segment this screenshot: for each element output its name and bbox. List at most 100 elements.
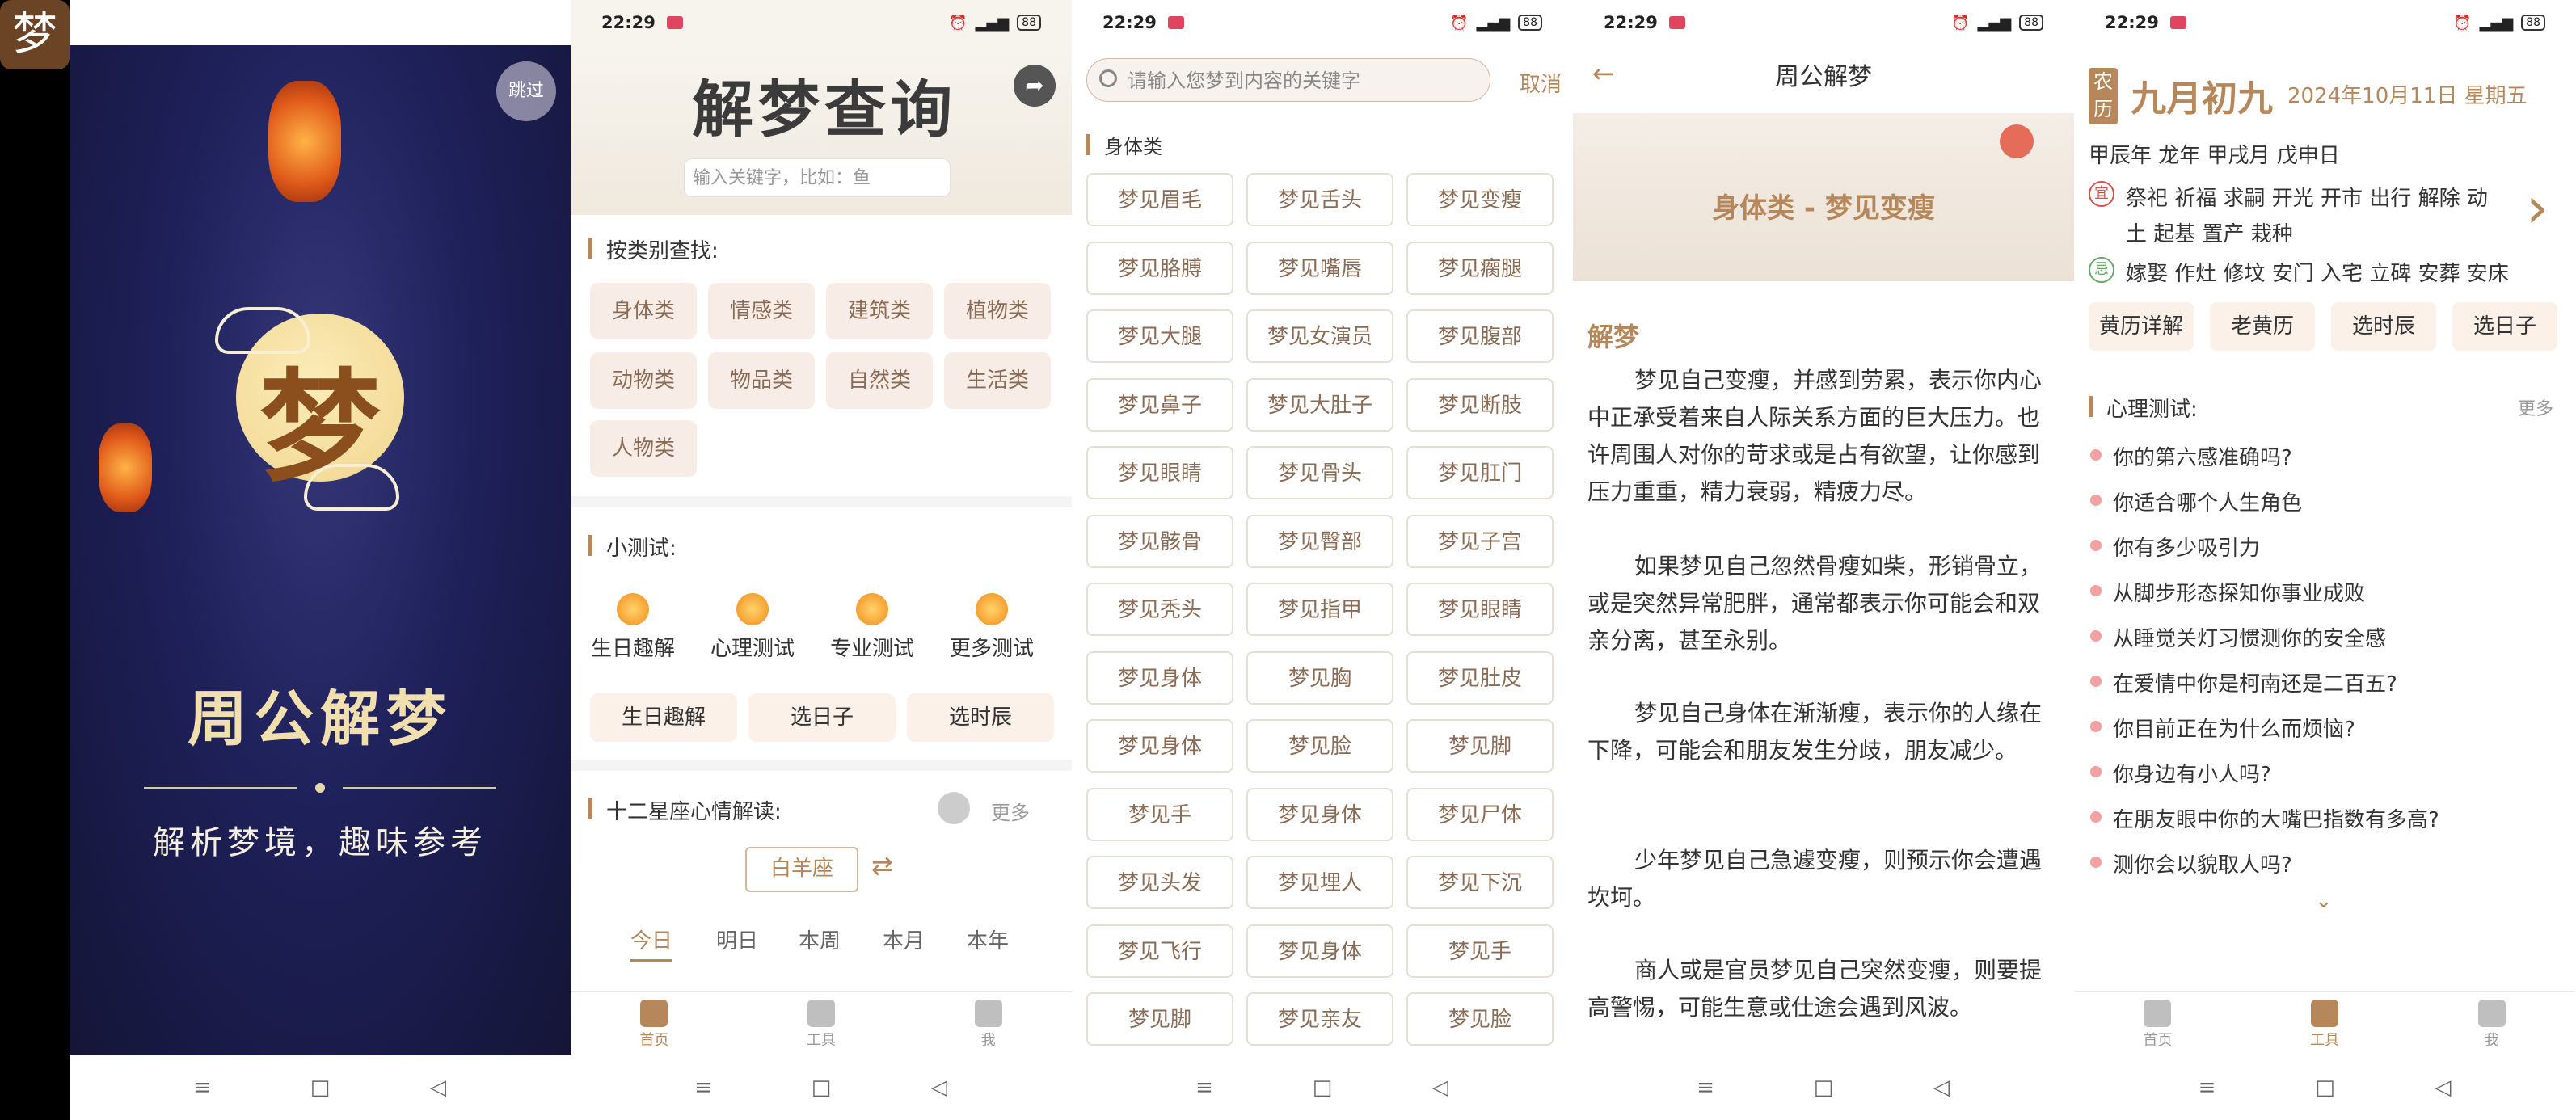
dream-item[interactable]: 梦见埋人 bbox=[1246, 856, 1393, 909]
dream-item[interactable]: 梦见舌头 bbox=[1246, 173, 1393, 226]
nav-home[interactable]: 首页 bbox=[2074, 992, 2241, 1056]
swap-icon[interactable]: ⇄ bbox=[871, 850, 893, 881]
tab-month[interactable]: 本月 bbox=[883, 924, 925, 954]
category-chip[interactable]: 情感类 bbox=[708, 283, 815, 339]
psych-list-item[interactable]: 你有多少吸引力 bbox=[2113, 532, 2260, 562]
menu-icon[interactable]: ≡ bbox=[2197, 1077, 2218, 1098]
dream-item[interactable]: 梦见亲友 bbox=[1246, 992, 1393, 1046]
psych-list-item[interactable]: 在朋友眼中你的大嘴巴指数有多高? bbox=[2113, 803, 2439, 833]
zodiac-select[interactable]: 白羊座 bbox=[745, 847, 858, 892]
nav-tools[interactable]: 工具 bbox=[738, 992, 905, 1056]
menu-icon[interactable]: ≡ bbox=[1695, 1077, 1716, 1098]
nav-me[interactable]: 我 bbox=[904, 992, 1072, 1056]
dream-item[interactable]: 梦见飞行 bbox=[1086, 924, 1233, 978]
share-button[interactable]: ➦ bbox=[1014, 65, 1056, 107]
dream-item[interactable]: 梦见大腿 bbox=[1086, 309, 1233, 363]
home-icon[interactable]: □ bbox=[811, 1077, 832, 1098]
test-item[interactable]: 更多测试 bbox=[933, 593, 1051, 662]
dream-item[interactable]: 梦见肚皮 bbox=[1406, 651, 1554, 705]
tab-today[interactable]: 今日 bbox=[630, 924, 673, 962]
category-chip[interactable]: 物品类 bbox=[708, 352, 815, 409]
skip-button[interactable]: 跳过 bbox=[496, 61, 556, 121]
psych-list-item[interactable]: 从脚步形态探知你事业成败 bbox=[2113, 577, 2365, 607]
category-chip[interactable]: 建筑类 bbox=[826, 283, 933, 339]
back-arrow-icon[interactable]: ← bbox=[1592, 58, 1614, 89]
dream-item[interactable]: 梦见胳膊 bbox=[1086, 241, 1233, 295]
category-chip[interactable]: 自然类 bbox=[826, 352, 933, 409]
choose-hour-button[interactable]: 选时辰 bbox=[2331, 302, 2436, 351]
old-almanac-button[interactable]: 老黄历 bbox=[2210, 302, 2315, 351]
dream-item[interactable]: 梦见脸 bbox=[1406, 992, 1554, 1046]
back-icon[interactable]: ◁ bbox=[929, 1077, 950, 1098]
dream-item[interactable]: 梦见骸骨 bbox=[1086, 514, 1233, 568]
dream-item[interactable]: 梦见腹部 bbox=[1406, 309, 1554, 363]
home-icon[interactable]: □ bbox=[1813, 1077, 1834, 1098]
chevron-right-icon[interactable]: › bbox=[2526, 175, 2549, 241]
test-item[interactable]: 心理测试 bbox=[694, 593, 812, 662]
choose-day-button[interactable]: 选日子 bbox=[2452, 302, 2557, 351]
dream-item[interactable]: 梦见身体 bbox=[1246, 787, 1393, 841]
nav-tools[interactable]: 工具 bbox=[2241, 992, 2409, 1056]
solar-date[interactable]: 2024年10月11日 星期五 bbox=[2287, 79, 2528, 109]
nav-home[interactable]: 首页 bbox=[571, 992, 738, 1056]
choose-day-button[interactable]: 选日子 bbox=[748, 693, 896, 742]
dream-item[interactable]: 梦见尸体 bbox=[1406, 787, 1554, 841]
search-input[interactable]: 输入关键字，比如：鱼 bbox=[684, 158, 951, 197]
dream-item[interactable]: 梦见指甲 bbox=[1246, 583, 1393, 636]
menu-icon[interactable]: ≡ bbox=[1194, 1077, 1215, 1098]
psych-list-item[interactable]: 你身边有小人吗? bbox=[2113, 758, 2271, 788]
dream-item[interactable]: 梦见大肚子 bbox=[1246, 377, 1393, 432]
test-item[interactable]: 专业测试 bbox=[813, 593, 931, 662]
test-item[interactable]: 生日趣解 bbox=[574, 593, 692, 662]
dream-item[interactable]: 梦见下沉 bbox=[1406, 856, 1554, 909]
home-icon[interactable]: □ bbox=[2315, 1077, 2336, 1098]
tab-tomorrow[interactable]: 明日 bbox=[716, 924, 758, 954]
zodiac-more-link[interactable]: 更多 bbox=[991, 797, 1030, 825]
category-chip[interactable]: 动物类 bbox=[590, 352, 697, 409]
almanac-detail-button[interactable]: 黄历详解 bbox=[2089, 302, 2194, 351]
dream-item[interactable]: 梦见子宫 bbox=[1406, 514, 1554, 568]
nav-me[interactable]: 我 bbox=[2408, 992, 2575, 1056]
back-icon[interactable]: ◁ bbox=[2433, 1077, 2454, 1098]
dream-item[interactable]: 梦见眼睛 bbox=[1406, 583, 1554, 636]
dream-item[interactable]: 梦见断肢 bbox=[1406, 377, 1554, 432]
psych-more-link[interactable]: 更多 bbox=[2518, 394, 2553, 420]
dream-item[interactable]: 梦见身体 bbox=[1086, 651, 1233, 705]
dream-item[interactable]: 梦见鼻子 bbox=[1086, 377, 1233, 432]
search-input[interactable]: 请输入您梦到内容的关键字 bbox=[1086, 58, 1490, 102]
tab-week[interactable]: 本周 bbox=[799, 924, 841, 954]
psych-list-item[interactable]: 你目前正在为什么而烦恼? bbox=[2113, 713, 2355, 743]
dream-item[interactable]: 梦见身体 bbox=[1246, 924, 1393, 978]
category-chip[interactable]: 生活类 bbox=[944, 352, 1051, 409]
dream-item[interactable]: 梦见身体 bbox=[1086, 719, 1233, 773]
birthday-button[interactable]: 生日趣解 bbox=[590, 693, 737, 742]
menu-icon[interactable]: ≡ bbox=[192, 1077, 213, 1098]
dream-item[interactable]: 梦见骨头 bbox=[1246, 446, 1393, 499]
home-icon[interactable]: □ bbox=[1312, 1077, 1333, 1098]
psych-list-item[interactable]: 从睡觉关灯习惯测你的安全感 bbox=[2113, 622, 2386, 652]
psych-list-item[interactable]: 测你会以貌取人吗? bbox=[2113, 848, 2292, 878]
dream-item[interactable]: 梦见脸 bbox=[1246, 719, 1393, 773]
psych-list-item[interactable]: 你适合哪个人生角色 bbox=[2113, 486, 2302, 516]
choose-hour-button[interactable]: 选时辰 bbox=[907, 693, 1054, 742]
back-icon[interactable]: ◁ bbox=[1430, 1077, 1451, 1098]
dream-item[interactable]: 梦见臀部 bbox=[1246, 514, 1393, 568]
dream-item[interactable]: 梦见嘴唇 bbox=[1246, 241, 1393, 295]
dream-item[interactable]: 梦见肛门 bbox=[1406, 446, 1554, 499]
dream-item[interactable]: 梦见秃头 bbox=[1086, 583, 1233, 636]
dream-item[interactable]: 梦见头发 bbox=[1086, 856, 1233, 909]
dream-item[interactable]: 梦见变瘦 bbox=[1406, 173, 1554, 226]
menu-icon[interactable]: ≡ bbox=[693, 1077, 714, 1098]
tab-year[interactable]: 本年 bbox=[967, 924, 1009, 954]
category-chip[interactable]: 植物类 bbox=[944, 283, 1051, 339]
psych-list-item[interactable]: 在爱情中你是柯南还是二百五? bbox=[2113, 667, 2397, 697]
home-icon[interactable]: □ bbox=[310, 1077, 331, 1098]
dream-item[interactable]: 梦见手 bbox=[1406, 924, 1554, 978]
category-chip[interactable]: 身体类 bbox=[590, 283, 697, 339]
dream-item[interactable]: 梦见瘸腿 bbox=[1406, 241, 1554, 295]
cancel-button[interactable]: 取消 bbox=[1520, 68, 1562, 98]
back-icon[interactable]: ◁ bbox=[428, 1077, 449, 1098]
dream-item[interactable]: 梦见脚 bbox=[1406, 719, 1554, 773]
dream-item[interactable]: 梦见女演员 bbox=[1246, 309, 1393, 363]
dream-item[interactable]: 梦见眼睛 bbox=[1086, 446, 1233, 499]
